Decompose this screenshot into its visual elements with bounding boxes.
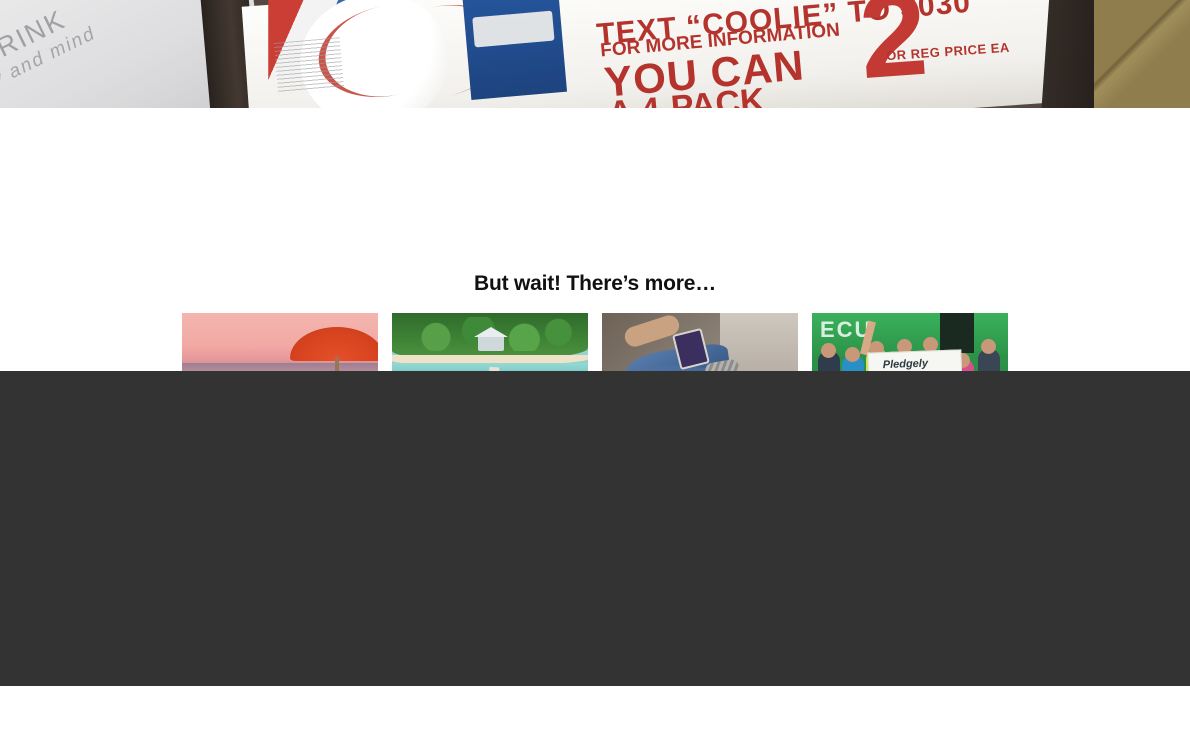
person-2-head — [845, 347, 860, 362]
promotional-banner-photo: DRINK body and mind TEXT “COOLIE” TO 303… — [0, 0, 1190, 108]
backdrop-dark-panel — [940, 313, 974, 353]
island-bungalow — [478, 335, 504, 351]
page-title: But wait! There’s more… — [474, 272, 716, 295]
banner-overlay — [0, 0, 1190, 108]
person-1-head — [821, 343, 836, 358]
site-footer: Quick links Our Work What We Think What … — [0, 371, 1190, 686]
banner-scene: DRINK body and mind TEXT “COOLIE” TO 303… — [0, 0, 1190, 108]
page-root: DRINK body and mind TEXT “COOLIE” TO 303… — [0, 0, 1190, 753]
check-brand-text: Pledgely — [882, 357, 929, 372]
person-7-head — [981, 339, 996, 354]
copyright-bar: ©2022, Merkle Inc. - All Rights Reserved… — [0, 686, 1190, 753]
promo-section: But wait! There’s more… ECU Pledgely — [0, 108, 1190, 413]
